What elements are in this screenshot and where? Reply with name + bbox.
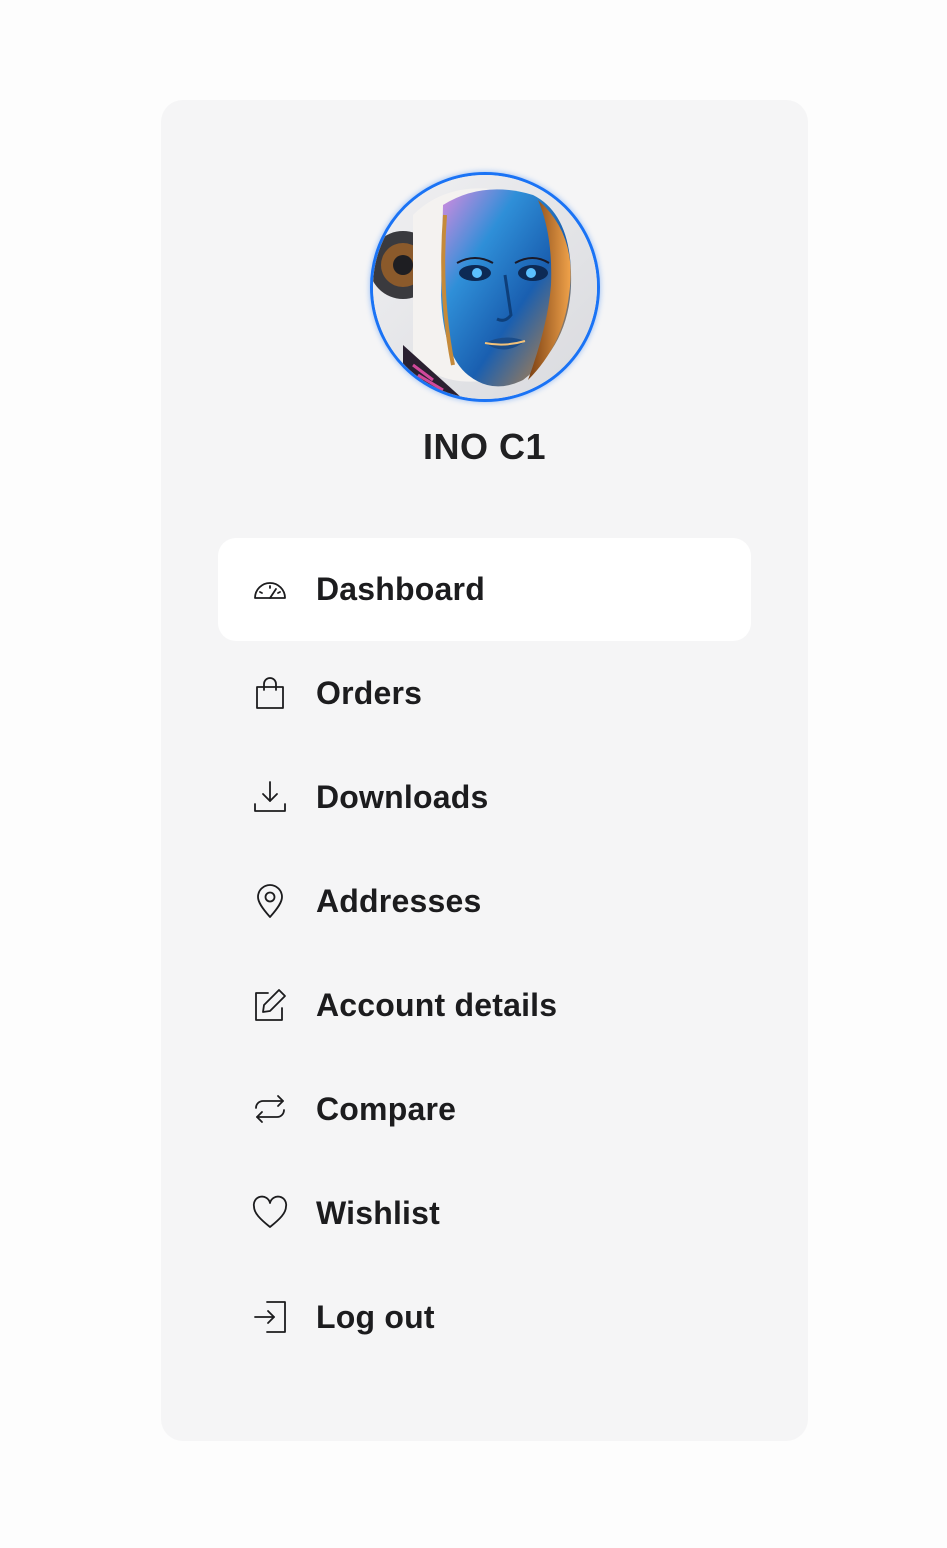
account-sidebar: INO C1 Dashboard Orders Downloads Addres… xyxy=(161,100,808,1441)
user-name: INO C1 xyxy=(422,426,547,467)
nav-item-label: Log out xyxy=(316,1298,435,1335)
avatar[interactable] xyxy=(370,172,600,402)
robot-avatar-image xyxy=(373,175,597,399)
shopping-bag-icon xyxy=(252,675,288,711)
nav-item-label: Downloads xyxy=(316,778,489,815)
download-icon xyxy=(252,779,288,815)
nav-item-orders[interactable]: Orders xyxy=(218,641,751,745)
nav-item-downloads[interactable]: Downloads xyxy=(218,745,751,849)
nav-item-label: Orders xyxy=(316,674,423,711)
nav-item-compare[interactable]: Compare xyxy=(218,1057,751,1161)
nav-item-label: Compare xyxy=(316,1090,457,1127)
nav-item-log-out[interactable]: Log out xyxy=(218,1265,751,1369)
nav-item-label: Addresses xyxy=(316,882,482,919)
speedometer-icon xyxy=(252,572,288,608)
nav-item-label: Wishlist xyxy=(316,1194,440,1231)
compare-arrows-icon xyxy=(252,1091,288,1127)
nav-item-label: Dashboard xyxy=(316,571,485,607)
nav-item-addresses[interactable]: Addresses xyxy=(218,849,751,953)
account-nav: Dashboard Orders Downloads Addresses Acc… xyxy=(218,538,751,1369)
logout-icon xyxy=(252,1299,288,1335)
nav-item-account-details[interactable]: Account details xyxy=(218,953,751,1057)
location-pin-icon xyxy=(252,883,288,919)
heart-icon xyxy=(252,1195,288,1231)
nav-item-wishlist[interactable]: Wishlist xyxy=(218,1161,751,1265)
nav-item-label: Account details xyxy=(316,986,558,1023)
nav-item-dashboard[interactable]: Dashboard xyxy=(218,538,751,641)
edit-icon xyxy=(252,987,288,1023)
